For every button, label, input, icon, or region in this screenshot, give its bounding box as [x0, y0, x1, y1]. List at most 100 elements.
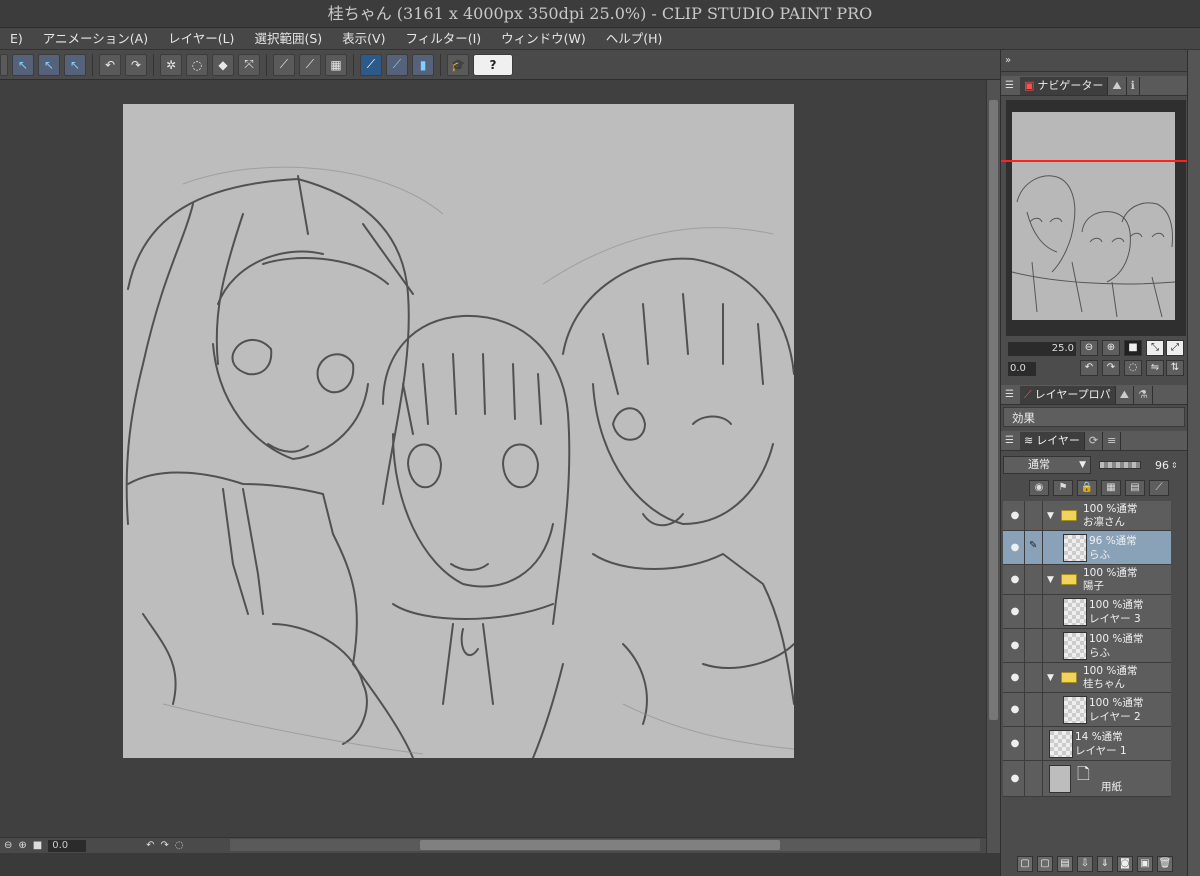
flip-horizontal-icon[interactable]: ⇋: [1146, 360, 1164, 376]
lock-layer-icon[interactable]: 🔒: [1077, 480, 1097, 496]
tab-layer-property[interactable]: ⟋ レイヤープロパ: [1019, 385, 1116, 404]
layer-row[interactable]: ● ▼ 100 %通常 陽子: [1003, 565, 1171, 595]
panel-menu-icon[interactable]: ☰: [1005, 389, 1014, 400]
menu-layer[interactable]: レイヤー(L): [158, 28, 244, 50]
rotate-right-icon[interactable]: ↷: [161, 840, 169, 851]
tab-info[interactable]: ℹ: [1126, 76, 1140, 95]
new-folder-icon[interactable]: ▤: [1057, 856, 1073, 872]
deselect-icon[interactable]: ⟋: [273, 53, 295, 76]
tab-layer-search[interactable]: ⛰: [1115, 385, 1134, 404]
eye-icon[interactable]: ●: [1007, 672, 1023, 683]
eye-icon[interactable]: ●: [1007, 738, 1023, 749]
fit-width-icon[interactable]: ⤢: [1166, 340, 1184, 356]
reset-rotation-icon[interactable]: ◌: [175, 840, 184, 851]
combine-down-icon[interactable]: ⇓: [1097, 856, 1113, 872]
rotate-right-icon[interactable]: ↷: [1102, 360, 1120, 376]
select-layer-icon[interactable]: ↖: [12, 53, 34, 76]
eye-icon[interactable]: ●: [1007, 574, 1023, 585]
invert-selection-icon[interactable]: ⟋: [299, 53, 321, 76]
select-layer-2-icon[interactable]: ↖: [38, 53, 60, 76]
layer-row[interactable]: ● ▼ 100 %通常 桂ちゃん: [1003, 663, 1171, 693]
canvas-drawing[interactable]: [123, 104, 794, 758]
menu-help[interactable]: ヘルプ(H): [596, 28, 673, 50]
layer-row-paper[interactable]: ● 🗋 用紙: [1003, 761, 1171, 797]
opacity-slider[interactable]: [1099, 461, 1141, 469]
panel-menu-icon[interactable]: ☰: [1005, 80, 1014, 91]
rotation-value[interactable]: 0.0: [48, 839, 87, 852]
canvas-horizontal-scrollbar[interactable]: [230, 839, 980, 851]
eye-icon[interactable]: ●: [1007, 704, 1023, 715]
tab-tool-property[interactable]: ⚗: [1133, 385, 1153, 404]
fill-selection-icon[interactable]: ◌: [186, 53, 208, 76]
delete-layer-icon[interactable]: 🗑: [1157, 856, 1173, 872]
redo-icon[interactable]: ↷: [125, 53, 147, 76]
menu-selection[interactable]: 選択範囲(S): [244, 28, 332, 50]
new-vector-layer-icon[interactable]: ▢: [1037, 856, 1053, 872]
horizontal-scroll-thumb[interactable]: [420, 840, 780, 850]
effect-section[interactable]: 効果: [1003, 407, 1185, 427]
tutorial-icon[interactable]: 🎓: [447, 53, 469, 76]
ruler-icon[interactable]: ⟋: [1149, 480, 1169, 496]
reference-layer-icon[interactable]: ⚑: [1053, 480, 1073, 496]
fit-icon[interactable]: ■: [33, 840, 42, 851]
eye-icon[interactable]: ●: [1007, 542, 1023, 553]
tab-subview[interactable]: ⛰: [1108, 76, 1127, 95]
navigator-thumbnail[interactable]: [1011, 112, 1176, 320]
menu-edit[interactable]: E): [0, 28, 33, 50]
flip-vertical-icon[interactable]: ⇅: [1166, 360, 1184, 376]
zoom-in-icon[interactable]: ⊕: [18, 840, 26, 851]
layer-row[interactable]: ● 100 %通常 レイヤー 2: [1003, 693, 1171, 727]
layer-row-selected[interactable]: ● ✎ 96 %通常 らふ: [1003, 531, 1171, 565]
snap-ruler-icon[interactable]: ⟋: [360, 53, 382, 76]
reset-rotation-icon[interactable]: ◌: [1124, 360, 1142, 376]
toolbar-edge-icon[interactable]: [0, 53, 8, 76]
expand-triangle-icon[interactable]: ▼: [1047, 575, 1054, 585]
expand-triangle-icon[interactable]: ▼: [1047, 511, 1054, 521]
layer-row[interactable]: ● ▼ 100 %通常 お凛さん: [1003, 501, 1171, 531]
navigator-rotation-value[interactable]: 0.0: [1008, 362, 1036, 376]
actual-size-icon[interactable]: ■: [1124, 340, 1142, 356]
tab-layer[interactable]: ≋ レイヤー: [1019, 431, 1085, 450]
transfer-down-icon[interactable]: ⇩: [1077, 856, 1093, 872]
clear-icon[interactable]: ✲: [160, 53, 182, 76]
navigator-view-frame[interactable]: [1001, 160, 1187, 162]
layer-row[interactable]: ● 100 %通常 レイヤー 3: [1003, 595, 1171, 629]
vertical-scroll-thumb[interactable]: [989, 100, 998, 720]
opacity-value[interactable]: 96: [1155, 459, 1169, 472]
tab-navigator[interactable]: ▣ ナビゲーター: [1019, 76, 1109, 95]
menu-animation[interactable]: アニメーション(A): [33, 28, 158, 50]
eye-icon[interactable]: ●: [1007, 773, 1023, 784]
help-button[interactable]: ?: [473, 53, 513, 76]
rotate-left-icon[interactable]: ↶: [146, 840, 154, 851]
selection-border-icon[interactable]: ▦: [325, 53, 347, 76]
layer-row[interactable]: ● 100 %通常 らふ: [1003, 629, 1171, 663]
apply-mask-icon[interactable]: ▣: [1137, 856, 1153, 872]
select-layer-3-icon[interactable]: ↖: [64, 53, 86, 76]
mask-icon[interactable]: ▤: [1125, 480, 1145, 496]
eye-icon[interactable]: ●: [1007, 606, 1023, 617]
clip-lower-layer-icon[interactable]: ◉: [1029, 480, 1049, 496]
undo-icon[interactable]: ↶: [99, 53, 121, 76]
menu-view[interactable]: 表示(V): [332, 28, 395, 50]
expand-triangle-icon[interactable]: ▼: [1047, 673, 1054, 683]
eye-icon[interactable]: ●: [1007, 510, 1023, 521]
opacity-stepper-icon[interactable]: ⇕: [1171, 461, 1178, 470]
lock-transparency-icon[interactable]: ▦: [1101, 480, 1121, 496]
blend-mode-select[interactable]: 通常 ▼: [1003, 456, 1091, 474]
new-raster-layer-icon[interactable]: ▢: [1017, 856, 1033, 872]
navigator-zoom-value[interactable]: 25.0: [1008, 342, 1076, 356]
panel-menu-icon[interactable]: ☰: [1005, 435, 1014, 446]
transform-icon[interactable]: ⤧: [238, 53, 260, 76]
zoom-out-icon[interactable]: ⊖: [1080, 340, 1098, 356]
tab-animation-cels[interactable]: ⟳: [1084, 431, 1104, 450]
bucket-icon[interactable]: ◆: [212, 53, 234, 76]
menu-window[interactable]: ウィンドウ(W): [491, 28, 596, 50]
snap-grid-icon[interactable]: ▮: [412, 53, 434, 76]
snap-special-ruler-icon[interactable]: ⟋: [386, 53, 408, 76]
collapse-dock-icon[interactable]: »: [1005, 55, 1011, 66]
create-mask-icon[interactable]: ◙: [1117, 856, 1133, 872]
layer-row[interactable]: ● 14 %通常 レイヤー 1: [1003, 727, 1171, 761]
canvas-vertical-scrollbar[interactable]: [986, 80, 1000, 853]
fit-page-icon[interactable]: ⤡: [1146, 340, 1164, 356]
menu-filter[interactable]: フィルター(I): [395, 28, 491, 50]
